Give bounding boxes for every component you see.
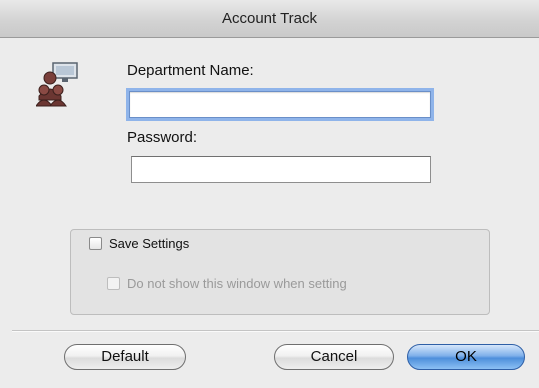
cancel-button[interactable]: Cancel [274, 344, 394, 370]
ok-button[interactable]: OK [407, 344, 525, 370]
save-settings-option[interactable]: Save Settings [89, 236, 189, 251]
divider [12, 330, 539, 332]
title-bar[interactable]: Account Track [0, 0, 539, 38]
password-label: Password: [127, 129, 198, 146]
department-users-icon [36, 62, 78, 107]
password-input[interactable] [131, 156, 431, 183]
department-name-label: Department Name: [127, 62, 254, 79]
do-not-show-checkbox [107, 277, 120, 290]
department-name-input[interactable] [129, 91, 431, 118]
default-button[interactable]: Default [64, 344, 186, 370]
do-not-show-option: Do not show this window when setting [107, 276, 347, 291]
window-title: Account Track [221, 10, 318, 27]
do-not-show-label: Do not show this window when setting [127, 276, 347, 291]
save-settings-label: Save Settings [109, 236, 190, 251]
save-settings-checkbox[interactable] [89, 237, 102, 250]
